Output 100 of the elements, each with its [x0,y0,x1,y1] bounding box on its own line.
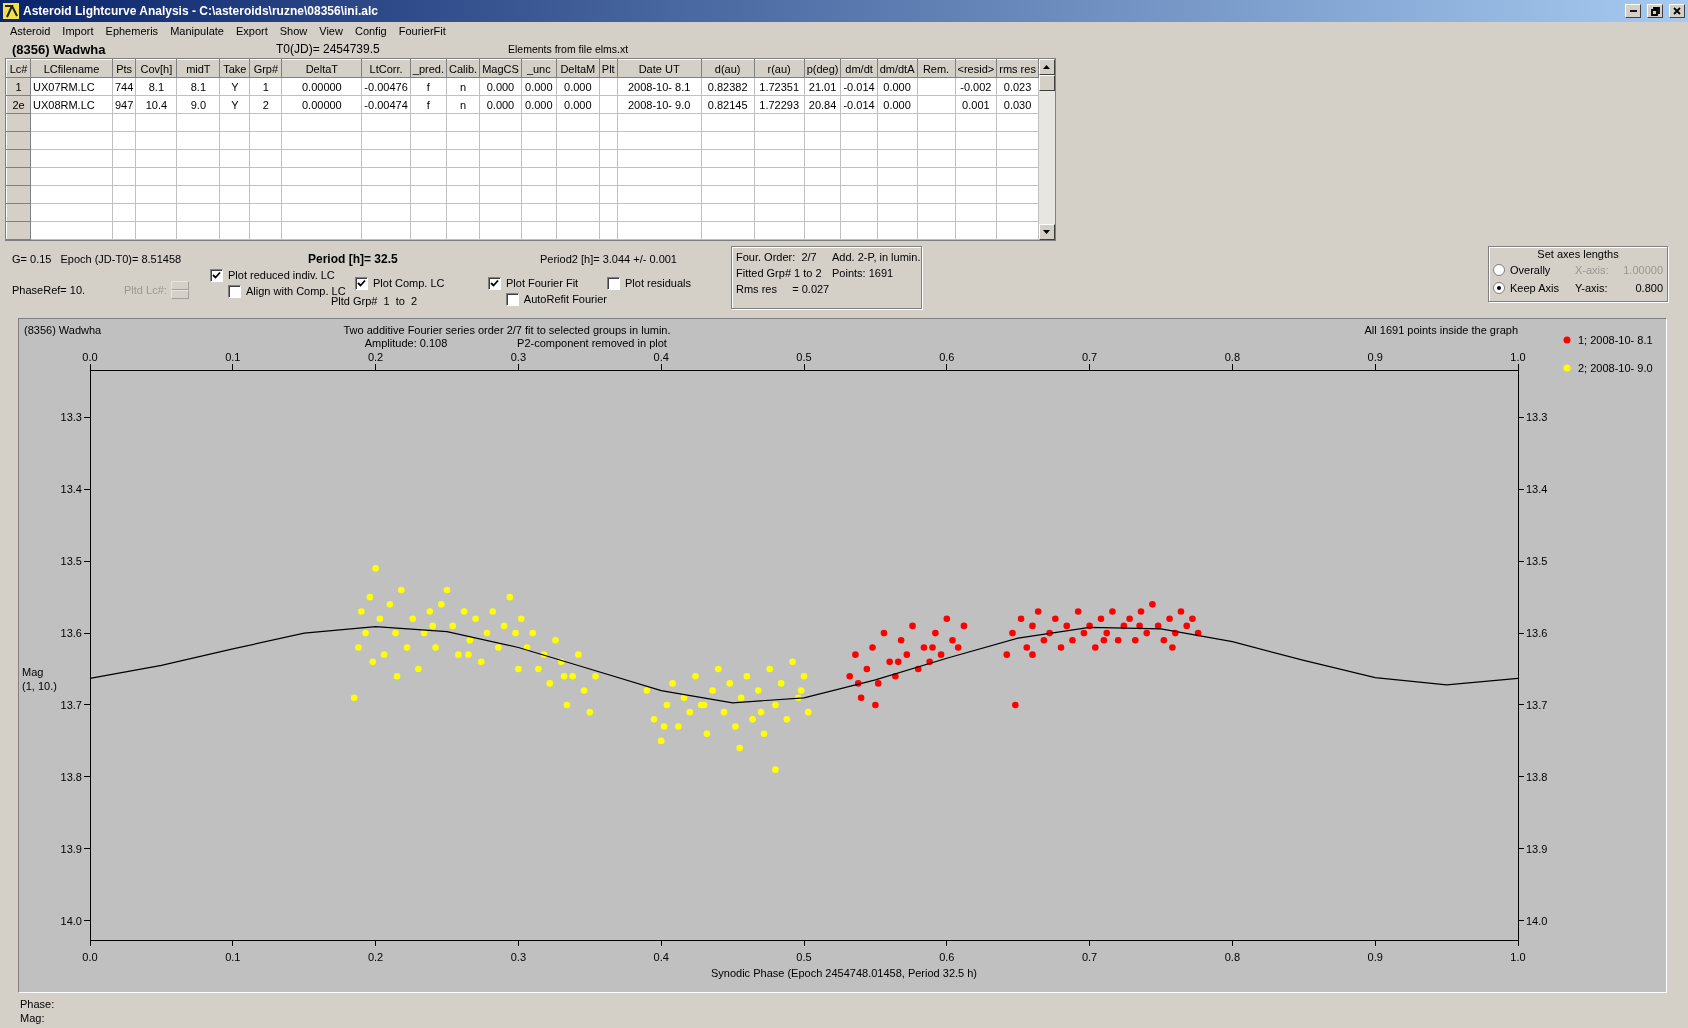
app-icon [3,3,19,19]
table-cell: 0.00000 [281,77,362,96]
table-cell: 0.000 [556,77,600,96]
minimize-button[interactable] [1625,4,1641,18]
table-cell: 21.01 [804,77,841,96]
radio-button[interactable] [1493,282,1505,294]
data-point [657,737,665,745]
tick-label: 0.9 [1367,351,1383,363]
menu-item[interactable]: Manipulate [164,25,230,37]
radio-label[interactable]: Overally [1510,264,1551,276]
data-point [880,629,888,637]
checkbox-label[interactable]: Plot residuals [625,277,692,289]
data-point [1166,615,1173,622]
tick-label: 0.1 [225,351,241,363]
table-cell: -0.014 [840,95,878,114]
elements-label: Elements from file elms.xt [508,43,629,55]
checkbox-label[interactable]: Plot Comp. LC [373,277,445,289]
checkbox-label[interactable]: Align with Comp. LC [246,285,346,297]
tick-label: 14.0 [1526,914,1548,927]
tick-label: 0.8 [1224,951,1241,963]
menu-item[interactable]: Export [229,25,274,37]
column-header[interactable]: Pts [112,59,136,78]
column-header[interactable]: Lc# [6,59,31,78]
column-header[interactable]: Date UT [617,59,702,78]
column-header[interactable]: _pred. [410,59,447,78]
column-header[interactable]: DeltaT [281,59,362,78]
tick-label: 13.9 [60,842,82,855]
column-header[interactable]: DeltaM [556,59,600,78]
column-header[interactable]: Cov[h] [135,59,177,78]
data-point [932,629,939,637]
menu-item[interactable]: Ephemeris [99,25,165,37]
menu-item[interactable]: View [313,25,349,37]
tick-label: 0.2 [367,951,384,963]
table-cell: 947 [112,95,136,114]
data-point [1012,701,1019,709]
data-point [449,622,456,630]
data-point [686,708,694,716]
data-point [669,680,676,687]
column-header[interactable]: MagCS [479,59,522,78]
checkbox-label[interactable]: Plot reduced indiv. LC [228,269,335,281]
checkbox-label[interactable]: Plot Fourier Fit [506,277,579,289]
axis-length-value: 1.00000 [1622,264,1663,276]
menu-item[interactable]: FourierFit [392,25,452,37]
data-point [1034,608,1042,615]
column-header[interactable]: Rem. [917,59,955,78]
column-header[interactable]: _unc [521,59,557,78]
column-header[interactable]: p(deg) [804,59,841,78]
data-point [892,672,899,680]
menu-item[interactable]: Asteroid [4,25,57,37]
column-header[interactable]: <resid> [955,59,997,78]
data-point [897,636,905,644]
column-header[interactable]: dm/dt [840,59,878,78]
tick-label: 0.3 [510,951,527,963]
tick-label: 0.3 [510,351,527,363]
column-header[interactable]: Calib. [446,59,480,78]
table-cell: 0.000 [521,95,557,114]
column-header[interactable]: d(au) [701,59,755,78]
checkbox[interactable] [488,276,501,290]
column-header[interactable]: Take [219,59,250,78]
data-point [1172,629,1179,637]
epoch-label: Epoch (JD-T0)= 8.51458 [60,253,182,265]
radio-label[interactable]: Keep Axis [1510,282,1559,294]
column-header[interactable]: midT [176,59,220,78]
data-point [495,644,502,651]
checkbox[interactable] [228,284,241,298]
column-header[interactable]: rms res [996,59,1039,78]
close-button[interactable] [1669,4,1685,18]
restore-button[interactable] [1647,4,1663,18]
radio-button[interactable] [1493,264,1505,276]
t0-label: T0(JD)= 2454739.5 [276,42,381,56]
checkbox[interactable] [355,276,368,290]
tick-label: 13.8 [60,770,82,783]
menu-item[interactable]: Import [56,25,100,37]
column-header[interactable]: Grp# [249,59,282,78]
menu-item[interactable]: Show [273,25,314,37]
data-point [777,680,785,687]
column-header[interactable]: r(au) [754,59,805,78]
data-point [914,665,922,673]
checkbox-label[interactable]: AutoRefit Fourier [523,293,607,305]
checkbox[interactable] [607,276,620,290]
tick-label: 13.6 [60,627,82,640]
data-point [393,672,401,680]
checkbox[interactable] [506,292,519,306]
data-point [874,680,882,687]
column-header[interactable]: LtCorr. [361,59,411,78]
table-cell: 0.000 [556,95,600,114]
tick-label: 13.7 [1526,698,1548,711]
tick-label: 0.8 [1224,351,1241,363]
column-header[interactable]: LCfilename [30,59,113,78]
close-icon [1673,7,1681,15]
data-point [1109,608,1116,615]
legend-label: 2; 2008-10- 9.0 [1578,362,1653,374]
menu-item[interactable]: Config [348,25,393,37]
column-header[interactable]: dm/dtA [877,59,917,78]
axis-length-value: 0.800 [1634,282,1663,294]
data-point [483,629,491,637]
data-point [350,694,358,702]
object-label: (8356) Wadwha [24,324,102,336]
data-point [909,622,916,630]
checkbox[interactable] [210,268,223,282]
